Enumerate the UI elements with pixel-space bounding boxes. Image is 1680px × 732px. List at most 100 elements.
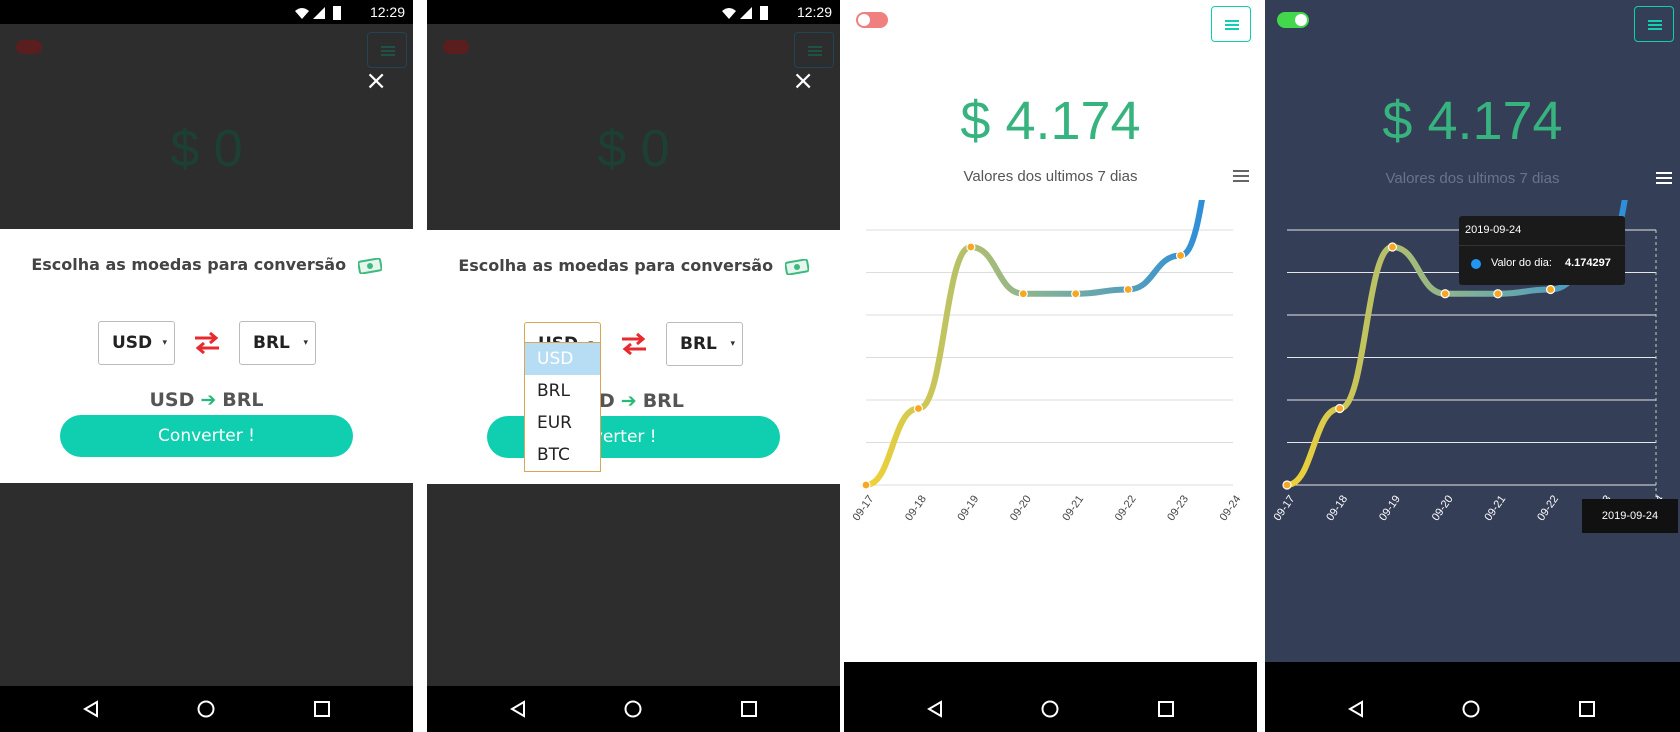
pair-from: USD <box>149 389 195 411</box>
x-tick-label: 09-21 <box>1482 493 1508 523</box>
phone-screen-2: 12:29 $ 0 × Escolha as moedas para conve… <box>427 0 840 732</box>
pair-to: BRL <box>642 390 684 412</box>
from-currency-value: USD <box>112 333 153 353</box>
chart-subtitle: Valores dos ultimos 7 dias <box>1385 170 1560 187</box>
status-time: 12:29 <box>796 4 832 20</box>
modal-title-text: Escolha as moedas para conversão <box>458 256 774 275</box>
x-tick-label: 09-20 <box>1008 493 1034 523</box>
android-nav-bar <box>844 686 1257 732</box>
signal-icon <box>740 7 752 19</box>
currency-pair: USD ➔ BRL <box>0 389 413 411</box>
currency-pair: D ➔ BRL <box>599 390 840 412</box>
recents-icon[interactable] <box>1157 700 1175 718</box>
tooltip-divider <box>1459 245 1625 246</box>
chart-subtitle: Valores dos ultimos 7 dias <box>963 168 1138 185</box>
signal-icon <box>313 7 325 19</box>
recents-icon[interactable] <box>1578 700 1596 718</box>
chevron-down-icon: ▾ <box>730 339 735 349</box>
android-nav-bar <box>0 686 413 732</box>
theme-toggle <box>16 40 42 54</box>
theme-toggle[interactable] <box>1277 12 1309 28</box>
back-icon[interactable] <box>509 700 527 718</box>
line-chart: 09-17 09-18 09-19 09-20 09-21 09-22 09-23 09-24 <box>851 200 1244 523</box>
x-tick-label: 09-19 <box>1377 493 1403 523</box>
close-icon[interactable]: × <box>365 68 387 94</box>
home-icon[interactable] <box>197 700 215 718</box>
home-icon[interactable] <box>1462 700 1480 718</box>
recents-icon[interactable] <box>740 700 758 718</box>
back-icon[interactable] <box>82 700 100 718</box>
modal-title-text: Escolha as moedas para conversão <box>31 255 347 274</box>
x-tick-label: 09-20 <box>1430 493 1456 523</box>
modal-title: Escolha as moedas para conversão <box>427 256 840 275</box>
from-currency-select[interactable]: USD ▾ <box>98 321 175 365</box>
theme-toggle <box>443 40 469 54</box>
price-display: $ 4.174 <box>960 91 1141 151</box>
data-point[interactable] <box>966 242 976 252</box>
data-point[interactable] <box>1387 242 1398 252</box>
close-icon[interactable]: × <box>792 68 814 94</box>
app-screen: $ 4.174 Valores dos ultimos 7 dias 09-17… <box>844 0 1257 662</box>
arrow-right-icon: ➔ <box>620 390 637 412</box>
series-dot-icon <box>1471 259 1481 269</box>
dropdown-option-brl[interactable]: BRL <box>525 375 600 407</box>
status-time: 12:29 <box>369 4 405 20</box>
dropdown-option-usd[interactable]: USD <box>525 343 600 375</box>
home-icon[interactable] <box>624 700 642 718</box>
dropdown-option-eur[interactable]: EUR <box>525 407 600 439</box>
x-tick-label: 09-21 <box>1060 493 1086 523</box>
money-icon <box>784 258 809 275</box>
dropdown-option-btc[interactable]: BTC <box>525 439 600 471</box>
data-point[interactable] <box>913 403 924 414</box>
tooltip-date: 2019-09-24 <box>1465 224 1522 236</box>
toggle-knob <box>858 14 870 26</box>
x-tick-label: 09-18 <box>903 493 929 523</box>
data-point[interactable] <box>1018 289 1028 299</box>
menu-button[interactable] <box>1211 6 1251 42</box>
theme-toggle[interactable] <box>856 12 888 28</box>
to-currency-select[interactable]: BRL ▾ <box>239 321 316 365</box>
back-icon[interactable] <box>926 700 944 718</box>
data-point[interactable] <box>1282 480 1292 490</box>
x-tick-label: 09-22 <box>1113 493 1139 523</box>
to-currency-value: BRL <box>253 333 290 353</box>
data-point[interactable] <box>861 480 871 490</box>
x-tick-label: 09-18 <box>1324 493 1350 523</box>
swap-icon[interactable] <box>620 333 648 355</box>
wifi-icon <box>722 8 736 19</box>
data-point[interactable] <box>1493 289 1503 299</box>
data-point[interactable] <box>1071 289 1081 299</box>
home-icon[interactable] <box>1041 700 1059 718</box>
back-icon[interactable] <box>1347 700 1365 718</box>
price-display: $ 0 <box>170 120 243 178</box>
convert-button[interactable]: Converter ! <box>60 415 353 457</box>
data-point[interactable] <box>1123 284 1133 295</box>
phone-screen-3: 12:29 $ 4.174 Valores dos ultimos 7 dias… <box>844 0 1257 732</box>
x-tick-label: 09-22 <box>1535 493 1561 523</box>
recents-icon[interactable] <box>313 700 331 718</box>
menu-button[interactable] <box>1634 6 1674 42</box>
tooltip-label: Valor do dia: <box>1491 257 1552 269</box>
data-point[interactable] <box>1335 403 1345 414</box>
price-display: $ 4.174 <box>1382 91 1563 151</box>
status-bar: 12:29 <box>0 0 413 24</box>
data-point[interactable] <box>1175 250 1186 261</box>
status-icons <box>722 6 768 20</box>
chart-menu-icon[interactable] <box>1656 172 1672 184</box>
data-point[interactable] <box>1440 289 1450 299</box>
conversion-modal: Escolha as moedas para conversão USD ▾ B… <box>0 229 413 483</box>
x-tick-label: 09-17 <box>1272 493 1298 523</box>
chart-menu-icon[interactable] <box>1233 170 1249 182</box>
phone-screen-4: 12:29 $ 4.174 Valores dos ultimos 7 dias… <box>1265 0 1680 732</box>
chart-tooltip: 2019-09-24 Valor do dia: 4.174297 <box>1459 216 1625 285</box>
app-screen: $ 0 × Escolha as moedas para conversão U… <box>427 24 840 686</box>
to-currency-value: BRL <box>680 334 717 354</box>
x-tick-label: 09-23 <box>1165 493 1191 523</box>
swap-icon[interactable] <box>193 332 221 354</box>
arrow-right-icon: ➔ <box>200 389 217 411</box>
x-axis-crosshair-label: 2019-09-24 <box>1582 499 1678 533</box>
to-currency-select[interactable]: BRL ▾ <box>666 322 743 366</box>
price-display: $ 0 <box>597 120 670 178</box>
data-point[interactable] <box>1545 284 1556 295</box>
app-screen: $ 4.174 Valores dos ultimos 7 dias 09-17… <box>1265 0 1680 662</box>
